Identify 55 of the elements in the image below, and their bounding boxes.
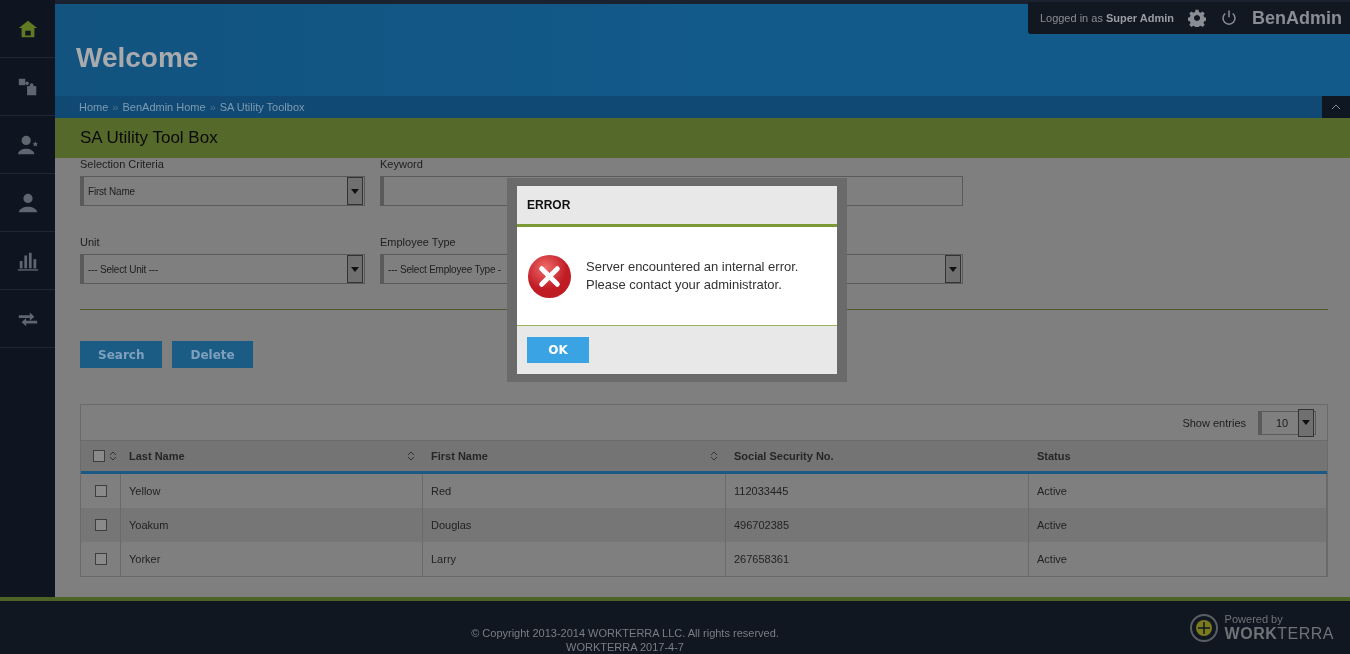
- table-cell: 112033445: [734, 485, 789, 497]
- checkbox[interactable]: [94, 485, 107, 497]
- field-label: Selection Criteria: [80, 158, 165, 172]
- page-title: SA Utility Tool Box: [80, 128, 218, 148]
- action-button[interactable]: Delete: [172, 341, 253, 368]
- sort-icon[interactable]: [407, 450, 415, 462]
- select-field[interactable]: --- Select Unit ---: [80, 254, 365, 284]
- table-cell: Yorker: [129, 553, 161, 565]
- error-icon: [527, 253, 572, 299]
- breadcrumb-link[interactable]: BenAdmin Home: [122, 101, 206, 113]
- logo-text: WORKTERRA: [1224, 625, 1334, 643]
- column-header[interactable]: Status: [1037, 450, 1071, 462]
- page-size-select[interactable]: 10: [1258, 410, 1316, 435]
- version-text: WORKTERRA 2017-4-7: [566, 641, 684, 653]
- action-button[interactable]: Search: [80, 341, 163, 368]
- dialog-title: ERROR: [527, 198, 571, 212]
- target-logo-icon: [1188, 613, 1219, 643]
- table-cell: Red: [431, 485, 452, 497]
- table-cell: Active: [1037, 553, 1067, 565]
- logged-in-text: Logged in as Super Admin: [1039, 12, 1174, 24]
- welcome-heading: Welcome: [76, 42, 199, 74]
- column-header[interactable]: Social Security No.: [734, 450, 834, 462]
- column-header[interactable]: Last Name: [129, 450, 185, 462]
- checkbox[interactable]: [94, 519, 107, 531]
- breadcrumb-separator: »: [209, 101, 216, 113]
- copyright-text: © Copyright 2013-2014 WORKTERRA LLC. All rights reserved.: [471, 627, 779, 639]
- table-cell: Douglas: [431, 519, 472, 531]
- user-star-icon[interactable]: [16, 133, 39, 156]
- field-label: Unit: [80, 236, 101, 250]
- power-icon[interactable]: [1220, 9, 1238, 27]
- breadcrumb-link[interactable]: SA Utility Toolbox: [219, 101, 305, 113]
- table-cell: Active: [1037, 519, 1067, 531]
- table-cell: Yellow: [129, 485, 161, 497]
- checkbox[interactable]: [93, 450, 105, 462]
- table-cell: Active: [1037, 485, 1067, 497]
- checkbox[interactable]: [94, 553, 107, 565]
- breadcrumb-link[interactable]: Home: [79, 101, 109, 113]
- sort-icon[interactable]: [710, 450, 718, 462]
- table-cell: Yoakum: [129, 519, 169, 531]
- field-label: Keyword: [380, 158, 424, 172]
- table-cell: Larry: [431, 553, 457, 565]
- user-icon[interactable]: [16, 191, 39, 214]
- sort-icon[interactable]: [109, 450, 117, 462]
- show-entries-label: Show entries: [1182, 416, 1246, 429]
- settings-icon[interactable]: [1188, 9, 1206, 27]
- breadcrumb-separator: »: [112, 101, 119, 113]
- field-label: Employee Type: [380, 236, 457, 250]
- ok-button[interactable]: OK: [527, 337, 589, 363]
- chevron-up-icon: [1331, 104, 1341, 110]
- brand-name: BenAdmin: [1252, 7, 1342, 29]
- table-cell: 496702385: [734, 519, 790, 531]
- select-field[interactable]: First Name: [80, 176, 365, 206]
- powered-by-text: Powered by: [1224, 613, 1284, 625]
- column-header[interactable]: First Name: [431, 450, 488, 462]
- table-cell: 267658361: [734, 553, 790, 565]
